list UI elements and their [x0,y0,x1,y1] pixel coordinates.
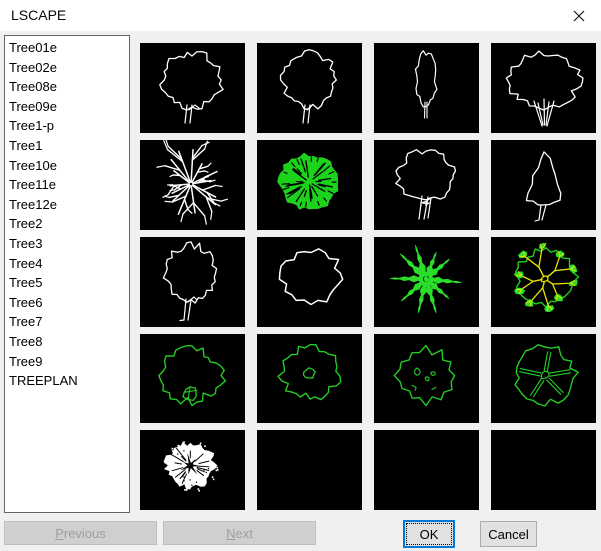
list-item-tree5[interactable]: Tree5 [9,273,129,293]
list-item-tree11e[interactable]: Tree11e [9,175,129,195]
previous-button[interactable]: Previous [4,521,157,545]
ok-button[interactable]: OK [403,520,455,548]
list-item-tree08e[interactable]: Tree08e [9,77,129,97]
cancel-button[interactable]: Cancel [480,521,537,547]
tile-tree-elevation-outline[interactable] [140,43,245,133]
tile-tree-oval-outline[interactable] [140,237,245,327]
tile-tree-elevation-outline-narrow[interactable] [257,43,362,133]
list-item-tree01e[interactable]: Tree01e [9,38,129,58]
list-item-tree9[interactable]: Tree9 [9,352,129,372]
tile-empty [374,430,479,510]
list-item-tree1[interactable]: Tree1 [9,136,129,156]
tile-tree-poplar-outline[interactable] [374,43,479,133]
next-button[interactable]: Next [163,521,316,545]
list-item-tree10e[interactable]: Tree10e [9,156,129,176]
list-item-treeplan[interactable]: TREEPLAN [9,371,129,391]
tile-tree-plan-circle-blobs[interactable] [374,334,479,423]
list-item-tree3[interactable]: Tree3 [9,234,129,254]
list-item-tree8[interactable]: Tree8 [9,332,129,352]
tile-empty [257,430,362,510]
lscape-dialog: LSCAPE Tree01e Tree02e Tree08e Tree09e Tree1… [0,0,601,551]
tile-tree-conifer-outline[interactable] [491,140,596,230]
close-button[interactable] [556,0,601,31]
list-item-tree2[interactable]: Tree2 [9,214,129,234]
list-item-tree4[interactable]: Tree4 [9,254,129,274]
list-item-tree1-p[interactable]: Tree1-p [9,116,129,136]
button-label: Next [226,525,253,541]
close-icon [573,10,584,21]
tile-tree-plan-yellow-branches[interactable] [491,237,596,327]
dialog-title: LSCAPE [11,7,67,23]
tile-empty [491,430,596,510]
button-label: OK [419,526,439,542]
tile-tree-plan-circle-spokes[interactable] [491,334,596,423]
tile-tree-plan-palm-green[interactable] [374,237,479,327]
button-label: Cancel [488,526,529,542]
tile-tree-blob-outline[interactable] [257,237,362,327]
list-item-tree09e[interactable]: Tree09e [9,97,129,117]
tile-tree-bushy-outline[interactable] [374,140,479,230]
tile-tree-plan-filled-green[interactable] [257,140,362,230]
titlebar: LSCAPE [0,0,601,31]
tile-tree-plan-circle-rock[interactable] [140,334,245,423]
button-label: Previous [55,525,106,541]
tile-tree-plan-fluffy-white[interactable] [140,430,245,510]
list-item-tree02e[interactable]: Tree02e [9,58,129,78]
tile-tree-plan-circle-center[interactable] [257,334,362,423]
tile-tree-plan-branches-white[interactable] [140,140,245,230]
list-item-tree6[interactable]: Tree6 [9,293,129,313]
list-item-tree12e[interactable]: Tree12e [9,195,129,215]
slide-name-listbox[interactable]: Tree01e Tree02e Tree08e Tree09e Tree1-p Tree1… [4,35,130,513]
slide-preview-grid [140,43,596,510]
tile-tree-oak-outline[interactable] [491,43,596,133]
list-item-tree7[interactable]: Tree7 [9,312,129,332]
